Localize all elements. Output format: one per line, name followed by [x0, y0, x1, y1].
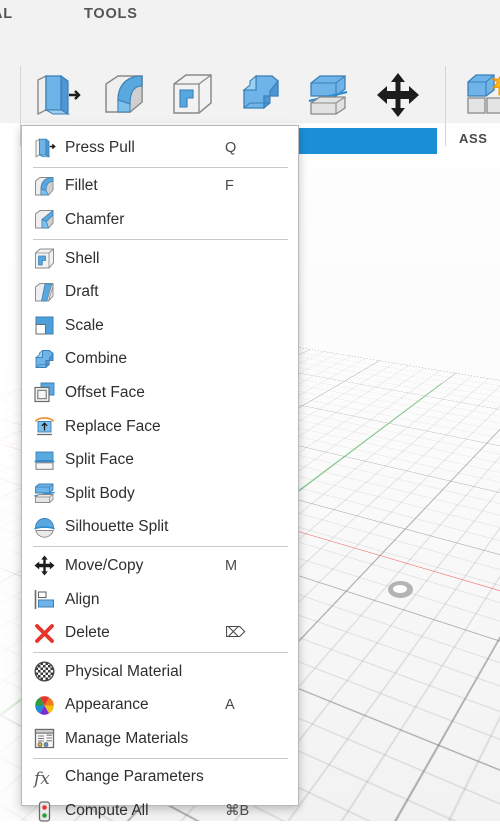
toolbar-button-shell[interactable]: [164, 70, 220, 122]
combine-icon: [33, 348, 56, 371]
menu-item-offset-face[interactable]: Offset Face: [22, 376, 298, 410]
manage-materials-icon: [33, 727, 56, 750]
press-pull-icon: [37, 74, 81, 116]
menu-item-scale-label: Scale: [65, 316, 104, 334]
tab-tools[interactable]: TOOLS: [84, 6, 138, 22]
toolbar-button-move-copy[interactable]: [370, 70, 426, 122]
tab-sheet-metal-truncated[interactable]: AL: [0, 6, 13, 22]
menu-item-physical-material-label: Physical Material: [65, 662, 183, 680]
menu-item-replace-face-label: Replace Face: [65, 417, 161, 435]
modify-dropdown-menu[interactable]: Press Pull Q Fillet F Chamfer Shell Draf…: [21, 125, 299, 822]
move-copy-icon: [377, 73, 419, 117]
menu-separator: [33, 757, 288, 759]
scale-icon: [33, 314, 56, 337]
menu-separator: [33, 166, 288, 168]
menu-item-fillet-label: Fillet: [65, 177, 98, 195]
fillet-icon: [105, 75, 143, 113]
menu-item-split-body-label: Split Body: [65, 484, 135, 502]
menu-item-press-pull-shortcut: Q: [225, 139, 237, 156]
draft-icon: [33, 281, 56, 304]
menu-item-change-parameters[interactable]: fx Change Parameters: [22, 761, 298, 795]
menu-item-compute-all-label: Compute All: [65, 802, 149, 820]
menu-item-appearance-shortcut: A: [225, 697, 235, 714]
menu-item-shell[interactable]: Shell: [22, 242, 298, 276]
menu-item-shell-label: Shell: [65, 249, 100, 267]
ribbon-tab-strip: AL TOOLS: [0, 0, 500, 31]
move-copy-icon: [33, 554, 56, 577]
menu-item-split-body[interactable]: Split Body: [22, 477, 298, 511]
menu-item-move-copy[interactable]: Move/Copy M: [22, 549, 298, 583]
appearance-icon: [33, 694, 56, 717]
silhouette-split-icon: [33, 516, 56, 539]
menu-item-move-copy-shortcut: M: [225, 557, 238, 574]
menu-item-compute-all[interactable]: Compute All ⌘B: [22, 794, 298, 828]
menu-item-offset-face-label: Offset Face: [65, 383, 145, 401]
replace-face-icon: [33, 415, 56, 438]
toolbar-button-fillet[interactable]: [96, 70, 152, 122]
menu-item-physical-material[interactable]: Physical Material: [22, 655, 298, 689]
assemble-icon: [467, 74, 500, 114]
toolbar-button-assemble[interactable]: [460, 70, 500, 122]
chamfer-icon: [33, 208, 56, 231]
menu-item-press-pull-label: Press Pull: [65, 138, 135, 156]
menu-separator: [33, 238, 288, 240]
menu-separator: [33, 546, 288, 548]
menu-item-combine[interactable]: Combine: [22, 343, 298, 377]
menu-item-delete-label: Delete: [65, 624, 110, 642]
shell-icon: [33, 247, 56, 270]
menu-item-align-label: Align: [65, 590, 100, 608]
menu-item-appearance[interactable]: Appearance A: [22, 689, 298, 723]
svg-text:fx: fx: [33, 769, 50, 789]
split-body-icon: [33, 482, 56, 505]
compute-all-icon: [33, 800, 56, 823]
menu-separator: [33, 651, 288, 653]
menu-item-fillet[interactable]: Fillet F: [22, 170, 298, 204]
align-icon: [33, 588, 56, 611]
menu-item-manage-materials[interactable]: Manage Materials: [22, 722, 298, 756]
split-face-icon: [33, 449, 56, 472]
menu-item-chamfer[interactable]: Chamfer: [22, 203, 298, 237]
change-parameters-icon: fx: [33, 766, 56, 789]
physical-material-icon: [33, 660, 56, 683]
menu-item-split-face-label: Split Face: [65, 451, 134, 469]
menu-item-combine-label: Combine: [65, 350, 128, 368]
menu-item-delete-shortcut: ⌦: [225, 625, 246, 642]
combine-icon: [242, 74, 279, 110]
toolbar-button-split-body[interactable]: [300, 70, 356, 122]
menu-item-silhouette-split-label: Silhouette Split: [65, 518, 169, 536]
fillet-icon: [33, 175, 56, 198]
menu-item-silhouette-split[interactable]: Silhouette Split: [22, 511, 298, 545]
press-pull-icon: [33, 136, 56, 159]
offset-face-icon: [33, 381, 56, 404]
shell-icon: [173, 74, 212, 114]
panel-divider-right: [445, 66, 446, 146]
menu-item-draft-label: Draft: [65, 283, 99, 301]
menu-item-manage-materials-label: Manage Materials: [65, 729, 189, 747]
menu-item-replace-face[interactable]: Replace Face: [22, 410, 298, 444]
menu-item-appearance-label: Appearance: [65, 696, 149, 714]
menu-item-split-face[interactable]: Split Face: [22, 443, 298, 477]
toolbar-button-press-pull[interactable]: [28, 70, 84, 122]
menu-item-fillet-shortcut: F: [225, 178, 234, 195]
panel-button-assemble-label: ASS: [459, 131, 488, 146]
menu-item-align[interactable]: Align: [22, 583, 298, 617]
toolbar-button-combine[interactable]: [232, 70, 288, 122]
menu-item-draft[interactable]: Draft: [22, 275, 298, 309]
split-body-icon: [308, 75, 348, 115]
menu-item-change-parameters-label: Change Parameters: [65, 768, 204, 786]
menu-item-move-copy-label: Move/Copy: [65, 556, 144, 574]
delete-icon: [33, 622, 56, 645]
menu-item-chamfer-label: Chamfer: [65, 210, 125, 228]
menu-item-press-pull[interactable]: Press Pull Q: [22, 131, 298, 165]
menu-item-scale[interactable]: Scale: [22, 309, 298, 343]
menu-item-compute-all-shortcut: ⌘B: [225, 803, 250, 820]
ribbon-panel-row: MODIFY ASS: [0, 31, 500, 154]
menu-item-delete[interactable]: Delete ⌦: [22, 616, 298, 650]
